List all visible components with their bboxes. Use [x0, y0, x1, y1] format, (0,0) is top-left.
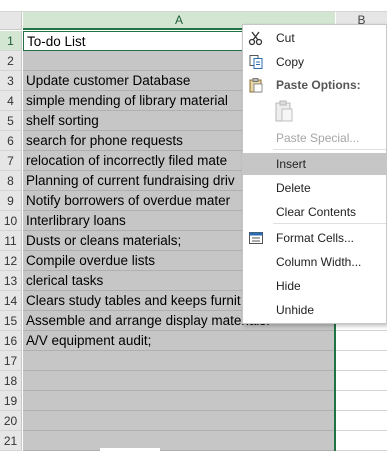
- paste-icon[interactable]: [273, 99, 295, 123]
- menu-item-copy[interactable]: Copy: [243, 51, 386, 73]
- row-header[interactable]: 8: [0, 171, 22, 191]
- row-header[interactable]: 16: [0, 331, 22, 351]
- cell[interactable]: [336, 371, 387, 391]
- row-header[interactable]: 9: [0, 191, 22, 211]
- row-header[interactable]: 21: [0, 431, 22, 451]
- row-header[interactable]: 19: [0, 391, 22, 411]
- menu-item-label: Format Cells...: [276, 231, 355, 245]
- menu-item-column-width[interactable]: Column Width...: [243, 251, 386, 273]
- menu-separator: [273, 149, 386, 150]
- menu-item-paste-special[interactable]: Paste Special...: [243, 127, 386, 149]
- row-header[interactable]: 6: [0, 131, 22, 151]
- copy-icon: [248, 54, 264, 70]
- row-header[interactable]: 15: [0, 311, 22, 331]
- menu-item-label: Paste Options:: [276, 78, 361, 92]
- row-header[interactable]: 4: [0, 91, 22, 111]
- menu-item-label: Hide: [276, 279, 301, 293]
- cell[interactable]: [23, 431, 335, 451]
- cell[interactable]: [336, 391, 387, 411]
- menu-item-label: Column Width...: [276, 255, 362, 269]
- menu-item-label: Cut: [276, 31, 295, 45]
- table-row: 16 A/V equipment audit;: [0, 331, 387, 351]
- select-all-corner[interactable]: [0, 12, 22, 30]
- ribbon-edge: [0, 0, 387, 12]
- row-header[interactable]: 1: [0, 31, 22, 51]
- menu-item-cut[interactable]: Cut: [243, 27, 386, 49]
- row-header[interactable]: 14: [0, 291, 22, 311]
- menu-item-label: Unhide: [276, 303, 315, 317]
- cell[interactable]: [23, 411, 335, 431]
- row-header[interactable]: 20: [0, 411, 22, 431]
- menu-item-clear-contents[interactable]: Clear Contents: [243, 201, 386, 223]
- menu-item-delete[interactable]: Delete: [243, 177, 386, 199]
- row-header[interactable]: 18: [0, 371, 22, 391]
- context-menu: Cut Copy Paste Options: Paste Special...…: [242, 24, 387, 324]
- menu-item-insert[interactable]: Insert: [243, 153, 386, 175]
- row-header[interactable]: 10: [0, 211, 22, 231]
- row-header[interactable]: 17: [0, 351, 22, 371]
- menu-item-unhide[interactable]: Unhide: [243, 299, 386, 321]
- cell[interactable]: [336, 411, 387, 431]
- table-row: 17: [0, 351, 387, 371]
- menu-item-label: Copy: [276, 55, 305, 69]
- row-header[interactable]: 11: [0, 231, 22, 251]
- row-header[interactable]: 12: [0, 251, 22, 271]
- table-row: 19: [0, 391, 387, 411]
- cell[interactable]: A/V equipment audit;: [23, 331, 335, 351]
- menu-item-format-cells[interactable]: Format Cells...: [243, 227, 386, 249]
- menu-item-label: Clear Contents: [276, 205, 357, 219]
- menu-separator: [273, 223, 386, 224]
- row-header[interactable]: 5: [0, 111, 22, 131]
- table-row: 18: [0, 371, 387, 391]
- cell[interactable]: [23, 351, 335, 371]
- menu-item-label: Paste Special...: [276, 131, 360, 145]
- menu-item-label: Insert: [276, 157, 307, 171]
- cell[interactable]: [336, 431, 387, 451]
- menu-item-hide[interactable]: Hide: [243, 275, 386, 297]
- cell[interactable]: [336, 351, 387, 371]
- cell[interactable]: [336, 331, 387, 351]
- row-header[interactable]: 3: [0, 71, 22, 91]
- row-header[interactable]: 2: [0, 51, 22, 71]
- cell[interactable]: [23, 371, 335, 391]
- row-header[interactable]: 7: [0, 151, 22, 171]
- row-header[interactable]: 13: [0, 271, 22, 291]
- table-row: 20: [0, 411, 387, 431]
- format-cells-icon: [248, 230, 264, 246]
- menu-item-label: Delete: [276, 181, 311, 195]
- paste-options-icon: [248, 77, 264, 93]
- cell[interactable]: [23, 391, 335, 411]
- table-row: 21: [0, 431, 387, 451]
- scissors-icon: [248, 30, 264, 46]
- paste-options-header: Paste Options:: [243, 74, 386, 96]
